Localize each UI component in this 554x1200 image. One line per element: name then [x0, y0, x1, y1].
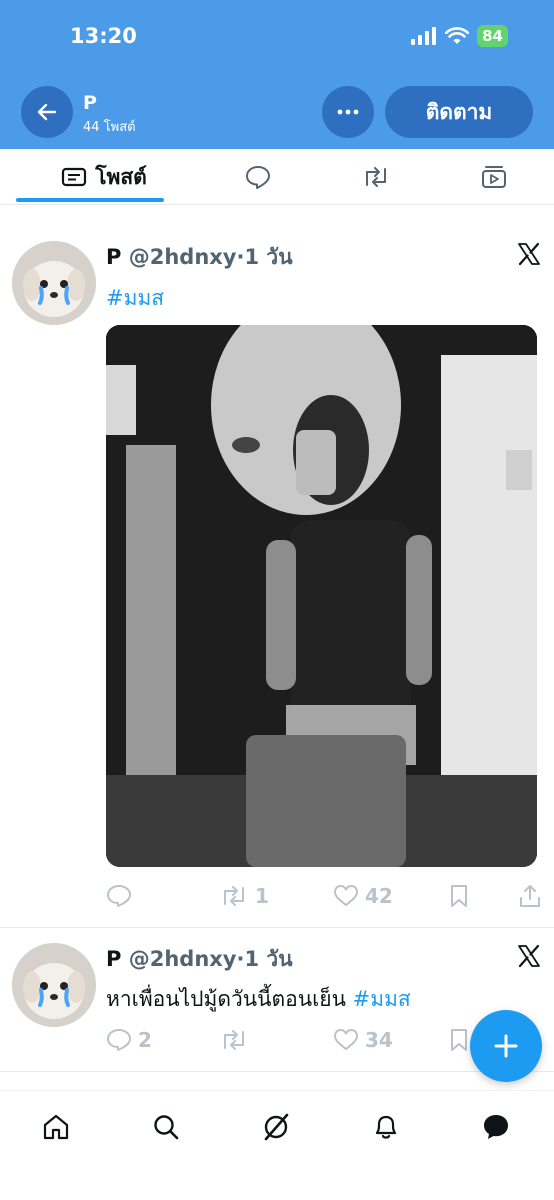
- dog-avatar-image: [12, 241, 96, 325]
- follow-button[interactable]: ติดตาม: [385, 86, 533, 138]
- bookmark-icon: [451, 885, 467, 907]
- search-icon: [154, 1115, 179, 1140]
- dog-avatar-image: [12, 943, 96, 1027]
- profile-tabs: โพสต์: [0, 149, 554, 205]
- hashtag-link[interactable]: #มมส: [353, 987, 411, 1011]
- like-button[interactable]: 42: [333, 884, 393, 908]
- status-time: 13:20: [70, 24, 137, 48]
- home-icon: [43, 1114, 69, 1140]
- repost-button[interactable]: [219, 1028, 249, 1052]
- heart-icon: [334, 1029, 358, 1050]
- post-divider: [0, 1071, 554, 1072]
- post-time: ·1 วัน: [236, 245, 293, 269]
- like-count: 34: [365, 1028, 393, 1052]
- tab-reposts[interactable]: [356, 149, 396, 205]
- bell-icon: [375, 1115, 397, 1139]
- reply-icon: [107, 885, 131, 907]
- post-text: หาเพื่อนไปมู้ดวันนี้ตอนเย็น #มมส: [106, 983, 411, 1016]
- author-handle[interactable]: @2hdnxy: [129, 245, 237, 269]
- tab-media[interactable]: [474, 149, 514, 205]
- post-author-line: P @2hdnxy·1 วัน: [106, 943, 293, 976]
- chat-bubble-icon: [484, 1115, 508, 1139]
- like-button[interactable]: 34: [333, 1028, 393, 1052]
- status-icons: 84: [411, 25, 508, 47]
- tab-replies[interactable]: [238, 149, 278, 205]
- repost-icon: [224, 1030, 244, 1050]
- repost-button[interactable]: 1: [219, 884, 269, 908]
- post-count: 44 โพสต์: [83, 120, 136, 135]
- battery-indicator: 84: [477, 25, 508, 47]
- repost-icon: [224, 886, 244, 906]
- like-count: 42: [365, 884, 393, 908]
- reply-button[interactable]: 2: [106, 1028, 152, 1052]
- reply-icon: [107, 1029, 131, 1051]
- more-dots-icon: [337, 109, 359, 115]
- post-text: #มมส: [106, 282, 164, 315]
- more-button[interactable]: [322, 86, 374, 138]
- compose-button[interactable]: [470, 1010, 542, 1082]
- share-icon: [520, 885, 540, 907]
- reply-button[interactable]: [106, 884, 132, 908]
- heart-icon: [334, 885, 358, 906]
- repost-icon: [366, 167, 386, 187]
- author-handle[interactable]: @2hdnxy: [129, 947, 237, 971]
- repost-count: 1: [255, 884, 269, 908]
- back-button[interactable]: [21, 86, 73, 138]
- reply-bubble-icon: [246, 166, 270, 189]
- profile-name: P: [83, 92, 97, 114]
- tab-posts-label: โพสต์: [95, 164, 147, 189]
- tab-posts[interactable]: โพสต์: [44, 149, 164, 205]
- nav-messages[interactable]: [476, 1107, 516, 1147]
- profile-header: 13:20 84 P 44 โพสต์ ติดตาม: [0, 0, 554, 149]
- grok-slash-icon: [264, 1113, 289, 1141]
- post-time: ·1 วัน: [236, 947, 293, 971]
- bookmark-button[interactable]: [449, 884, 469, 908]
- avatar[interactable]: [12, 943, 96, 1027]
- media-icon: [482, 166, 506, 188]
- post-actions: 1 42: [106, 884, 542, 914]
- arrow-left-icon: [37, 103, 57, 121]
- nav-notifications[interactable]: [366, 1107, 406, 1147]
- post-body: หาเพื่อนไปมู้ดวันนี้ตอนเย็น: [106, 987, 353, 1011]
- nav-home[interactable]: [36, 1107, 76, 1147]
- post-image[interactable]: [106, 325, 537, 867]
- active-tab-indicator: [16, 198, 164, 202]
- hashtag-link[interactable]: #มมส: [106, 286, 164, 310]
- author-name[interactable]: P: [106, 245, 121, 269]
- avatar[interactable]: [12, 241, 96, 325]
- x-logo-icon: [518, 242, 540, 266]
- posts-icon: [62, 167, 87, 187]
- bottom-navigation: [0, 1090, 554, 1200]
- bookmark-icon: [451, 1029, 467, 1051]
- nav-grok[interactable]: [256, 1107, 296, 1147]
- reply-count: 2: [138, 1028, 152, 1052]
- post-author-line: P @2hdnxy·1 วัน: [106, 241, 293, 274]
- x-logo-icon: [518, 944, 540, 968]
- signal-icon: [411, 27, 437, 45]
- selfie-photo: [106, 325, 537, 867]
- nav-search[interactable]: [146, 1107, 186, 1147]
- author-name[interactable]: P: [106, 947, 121, 971]
- wifi-icon: [445, 27, 470, 44]
- post-divider: [0, 927, 554, 928]
- plus-icon: [494, 1034, 518, 1058]
- share-button[interactable]: [518, 884, 542, 908]
- bookmark-button[interactable]: [449, 1028, 469, 1052]
